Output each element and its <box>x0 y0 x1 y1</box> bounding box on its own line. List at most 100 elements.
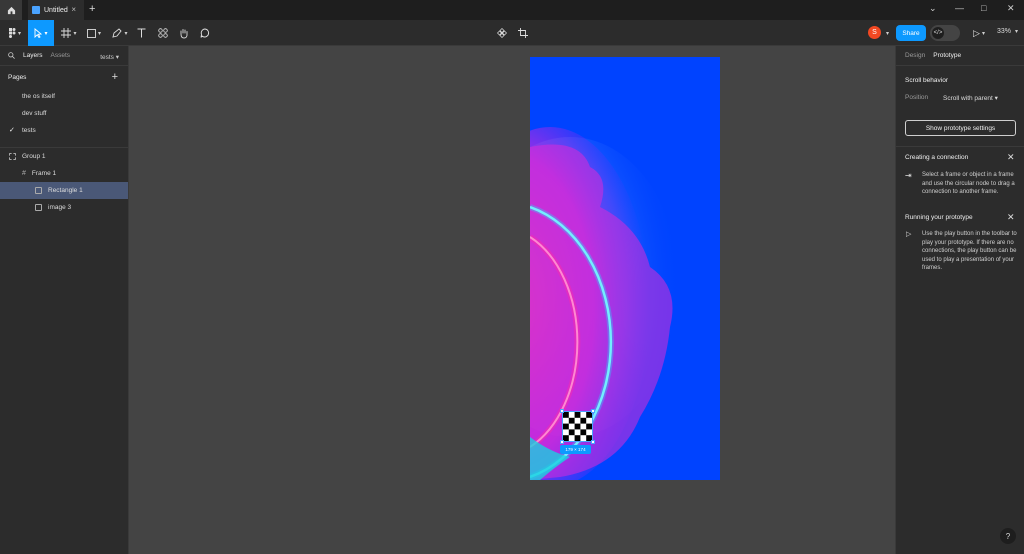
checkerboard-image <box>563 412 592 441</box>
chevron-down-icon: ▾ <box>44 30 48 37</box>
resources-tool[interactable] <box>155 20 171 46</box>
layers-panel: Layers Assets tests ▾ Pages + the os its… <box>0 46 129 554</box>
layer-row[interactable]: # Frame 1 <box>0 165 128 182</box>
position-value: Scroll with parent <box>943 95 993 102</box>
tab-design[interactable]: Design <box>905 52 925 59</box>
tab-layers[interactable]: Layers <box>23 52 43 59</box>
layer-label: image 3 <box>48 204 72 211</box>
tabs-dropdown-icon[interactable]: ⌄ <box>929 3 937 14</box>
text-tool[interactable] <box>134 20 148 46</box>
code-icon: </> <box>932 27 944 39</box>
frame-tool[interactable]: ▾ <box>58 20 80 46</box>
text-icon <box>137 28 145 38</box>
close-window-button[interactable]: ✕ <box>1007 3 1015 14</box>
canvas[interactable]: 179 × 174 <box>129 46 895 554</box>
creating-connection-title: Creating a connection <box>905 154 969 161</box>
page-selector-value: tests <box>100 54 114 61</box>
page-label: the os itself <box>22 93 55 100</box>
scroll-behavior-title: Scroll behavior <box>905 77 948 84</box>
tab-prototype[interactable]: Prototype <box>933 52 961 59</box>
user-avatar[interactable]: S <box>868 26 881 39</box>
resize-handle[interactable] <box>560 409 564 413</box>
resize-handle[interactable] <box>591 440 595 444</box>
title-bar: Untitled × + ⌄ — □ ✕ <box>0 0 1024 20</box>
page-item[interactable]: ✓ tests <box>0 122 128 139</box>
layer-label: Frame 1 <box>31 170 57 177</box>
hand-tool[interactable] <box>176 20 192 46</box>
figma-logo-icon <box>8 28 16 38</box>
tab-close-icon[interactable]: × <box>71 5 76 14</box>
layer-label: Rectangle 1 <box>48 187 83 194</box>
play-icon: ▷ <box>973 27 980 38</box>
chevron-down-icon: ▾ <box>1014 29 1018 35</box>
zoom-level[interactable]: 33% ▾ <box>997 28 1018 35</box>
layer-row[interactable]: Group 1 <box>0 148 128 165</box>
position-select[interactable]: Scroll with parent ▾ <box>943 94 998 102</box>
pages-heading: Pages <box>8 73 27 81</box>
chevron-down-icon: ▾ <box>73 30 77 37</box>
running-prototype-title: Running your prototype <box>905 214 973 221</box>
page-item[interactable]: dev stuff <box>0 105 128 122</box>
file-tab[interactable]: Untitled × <box>28 0 84 20</box>
dimension-label: 179 × 174 <box>560 445 591 454</box>
layer-label: Group 1 <box>22 153 46 160</box>
group-icon <box>9 153 16 160</box>
crop-tool[interactable] <box>515 20 531 46</box>
play-icon: ▷ <box>906 231 912 238</box>
tab-assets[interactable]: Assets <box>51 52 71 59</box>
resize-handle[interactable] <box>560 440 564 444</box>
frame-1[interactable]: 179 × 174 <box>530 57 720 480</box>
chevron-down-icon: ▾ <box>115 54 119 61</box>
cursor-icon <box>35 28 43 38</box>
dev-mode-toggle[interactable]: </> <box>930 25 960 41</box>
figma-file-icon <box>32 6 40 14</box>
shape-tool[interactable]: ▾ <box>83 20 105 46</box>
minimize-button[interactable]: — <box>955 3 964 13</box>
maximize-button[interactable]: □ <box>981 3 986 13</box>
page-item[interactable]: the os itself <box>0 88 128 105</box>
comment-icon <box>200 28 210 38</box>
page-selector[interactable]: tests ▾ <box>100 53 119 61</box>
comment-tool[interactable] <box>197 20 213 46</box>
close-icon[interactable]: ✕ <box>1007 152 1015 163</box>
move-tool[interactable]: ▾ <box>28 20 54 46</box>
rectangle-icon <box>87 28 96 38</box>
rectangle-1-selection[interactable] <box>560 409 595 444</box>
add-page-button[interactable]: + <box>112 71 118 83</box>
checkmark-icon: ✓ <box>9 127 15 134</box>
tab-title: Untitled <box>44 6 68 14</box>
chevron-down-icon: ▾ <box>981 30 985 37</box>
smoke-ring-image[interactable] <box>530 57 720 480</box>
resize-handle[interactable] <box>591 409 595 413</box>
chevron-down-icon: ▾ <box>994 95 998 102</box>
close-icon[interactable]: ✕ <box>1007 212 1015 223</box>
present-button[interactable]: ▷ ▾ <box>968 20 990 46</box>
frame-icon: # <box>22 170 26 177</box>
toolbar: ▾ ▾ ▾ ▾ ▾ S ▾ Share </> ▷ ▾ 33% ▾ <box>0 20 1024 46</box>
main-menu-button[interactable]: ▾ <box>4 20 26 46</box>
resources-icon <box>158 28 168 38</box>
layer-row[interactable]: Rectangle 1 <box>0 182 128 199</box>
home-icon <box>7 6 15 14</box>
position-label: Position <box>905 94 929 101</box>
pages-header: Pages + <box>0 66 128 88</box>
image-icon <box>35 187 42 194</box>
pen-icon <box>112 28 123 38</box>
chevron-down-icon: ▾ <box>97 30 101 37</box>
chevron-down-icon: ▾ <box>17 30 21 37</box>
chevron-down-icon[interactable]: ▾ <box>886 30 889 37</box>
home-button[interactable] <box>0 0 22 20</box>
hand-icon <box>180 28 188 38</box>
show-prototype-settings-button[interactable]: Show prototype settings <box>905 120 1016 136</box>
frame-icon <box>61 28 72 38</box>
layer-row[interactable]: image 3 <box>0 199 128 216</box>
pen-tool[interactable]: ▾ <box>108 20 132 46</box>
help-button[interactable]: ? <box>1000 528 1016 544</box>
share-button[interactable]: Share <box>896 25 926 41</box>
component-icon <box>497 28 507 38</box>
search-icon[interactable] <box>8 52 15 59</box>
page-label: dev stuff <box>22 110 47 117</box>
properties-panel: Design Prototype Scroll behavior Positio… <box>895 46 1024 554</box>
component-tool[interactable] <box>494 20 510 46</box>
new-tab-button[interactable]: + <box>89 3 95 15</box>
